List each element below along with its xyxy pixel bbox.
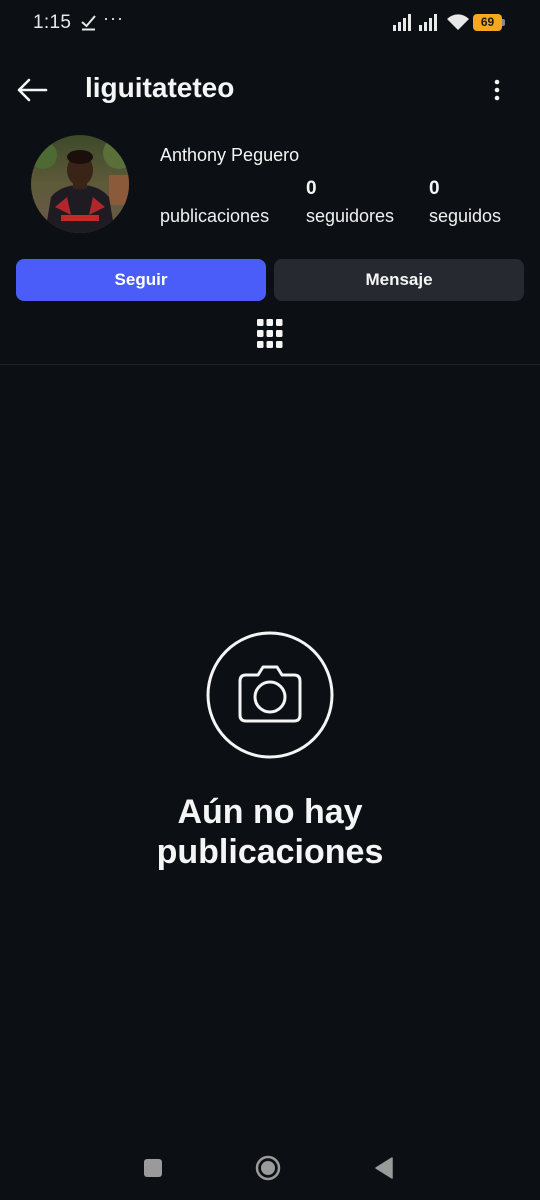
message-button[interactable]: Mensaje xyxy=(274,259,524,301)
stat-posts-label: publicaciones xyxy=(160,206,270,226)
stat-following-label: seguidos xyxy=(429,206,502,226)
stat-following[interactable]: 0 seguidos xyxy=(429,178,501,227)
stat-followers-label: seguidores xyxy=(306,206,395,226)
grid-icon xyxy=(257,318,283,348)
profile-full-name: Anthony Peguero xyxy=(160,145,300,165)
avatar-photo xyxy=(31,135,129,233)
battery-level: 69 xyxy=(480,15,495,29)
battery-tip xyxy=(502,19,505,26)
status-time: 1:15 xyxy=(33,12,72,33)
tab-posts-grid[interactable] xyxy=(256,318,284,349)
more-vertical-icon xyxy=(494,79,500,101)
more-options-button[interactable] xyxy=(484,74,510,106)
empty-state-line1: Aún no hay xyxy=(177,793,363,831)
follow-button[interactable]: Seguir xyxy=(16,259,266,301)
stat-posts-count xyxy=(160,178,269,202)
stat-followers-count: 0 xyxy=(306,178,317,199)
stat-followers[interactable]: 0 seguidores xyxy=(306,178,394,227)
home-circle-icon[interactable] xyxy=(255,1155,281,1181)
recents-square-icon[interactable] xyxy=(144,1159,162,1177)
signal-icon xyxy=(393,14,411,31)
check-icon xyxy=(81,15,96,31)
empty-state-line2: publicaciones xyxy=(156,833,384,871)
battery-icon: 69 xyxy=(473,14,502,31)
avatar[interactable] xyxy=(31,135,129,233)
profile-screen: 1:15 ··· 69 liguitateteo Anthony Peguero… xyxy=(0,0,540,1200)
stat-following-count: 0 xyxy=(429,178,440,199)
signal-icon xyxy=(419,14,437,31)
camera-icon xyxy=(206,631,334,759)
status-bar: 1:15 ··· 69 xyxy=(0,0,540,46)
status-more-dots: ··· xyxy=(103,8,124,28)
back-button[interactable] xyxy=(14,72,50,108)
wifi-icon xyxy=(447,14,469,30)
profile-username: liguitateteo xyxy=(85,72,235,103)
back-triangle-icon[interactable] xyxy=(374,1157,394,1179)
stat-posts[interactable]: publicaciones xyxy=(160,178,269,227)
arrow-left-icon xyxy=(17,78,48,102)
empty-state-message: Aún no hay publicaciones xyxy=(0,792,540,872)
tab-divider xyxy=(0,364,540,365)
